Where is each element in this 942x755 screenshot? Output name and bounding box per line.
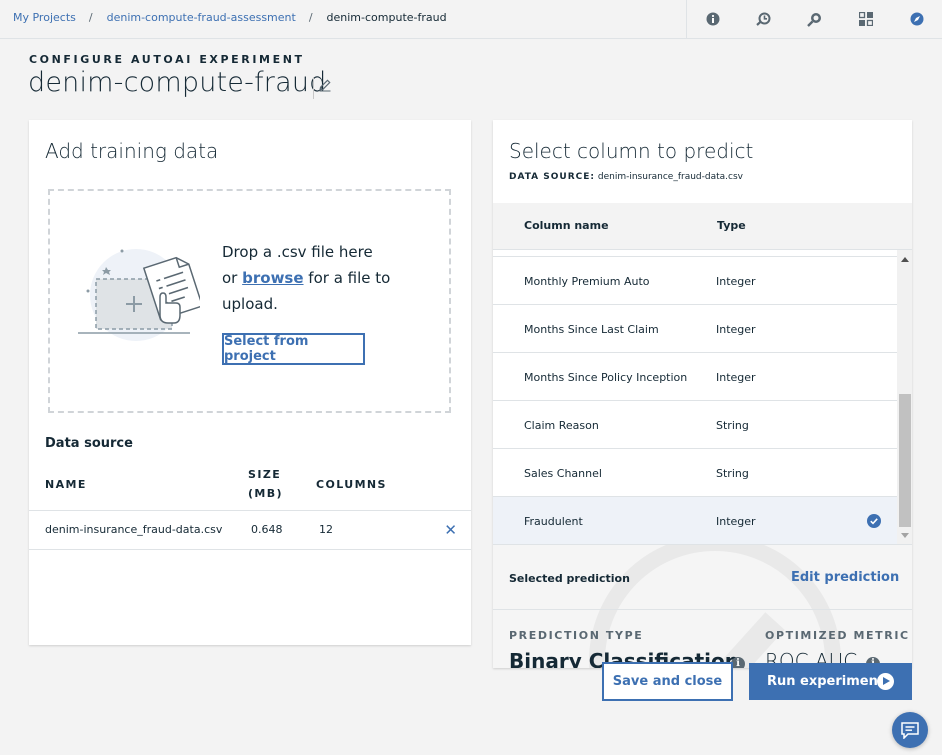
grid-icon bbox=[858, 12, 873, 26]
drop-line-1: Drop a .csv file here bbox=[222, 243, 373, 261]
data-source-label-value: denim-insurance_fraud-data.csv bbox=[597, 172, 743, 182]
info-button[interactable] bbox=[687, 0, 738, 38]
list-item[interactable]: Months Since Policy Inception Integer bbox=[493, 352, 897, 400]
training-data-card: Add training data Drop a .csv file here … bbox=[29, 120, 471, 645]
breadcrumb-current: denim-compute-fraud bbox=[326, 11, 447, 24]
chat-icon bbox=[901, 721, 919, 739]
col-header-name: NAME bbox=[45, 478, 87, 491]
column-type: Integer bbox=[716, 323, 756, 336]
scroll-down-arrow-icon[interactable] bbox=[901, 533, 909, 538]
column-list-scrollbar[interactable] bbox=[897, 250, 912, 544]
drop-line-2: or browse for a file to upload. bbox=[222, 265, 412, 317]
column-name: Sales Channel bbox=[524, 467, 602, 480]
training-data-title: Add training data bbox=[45, 139, 219, 163]
compass-button[interactable] bbox=[891, 0, 942, 38]
data-source-label: DATA SOURCE: denim-insurance_fraud-data.… bbox=[509, 172, 743, 182]
drop-instructions: Drop a .csv file here or browse for a fi… bbox=[222, 239, 412, 317]
selected-prediction-panel: Selected prediction Edit prediction PRED… bbox=[493, 544, 912, 668]
edit-prediction-link[interactable]: Edit prediction bbox=[791, 570, 899, 585]
page-eyebrow: CONFIGURE AUTOAI EXPERIMENT bbox=[29, 53, 305, 66]
data-source-label-key: DATA SOURCE: bbox=[509, 172, 595, 182]
play-icon bbox=[877, 673, 894, 690]
scrollbar-thumb[interactable] bbox=[899, 394, 911, 527]
column-name: Claim Reason bbox=[524, 419, 599, 432]
select-from-project-button[interactable]: Select from project bbox=[222, 333, 365, 365]
info-icon bbox=[706, 12, 719, 26]
browse-link[interactable]: browse bbox=[242, 269, 303, 287]
remove-data-source-close-icon[interactable]: ✕ bbox=[444, 521, 457, 539]
column-name-header: Column name bbox=[524, 219, 609, 232]
column-type: String bbox=[716, 467, 749, 480]
upload-illustration-icon bbox=[78, 249, 200, 341]
breadcrumb-separator: / bbox=[88, 11, 93, 24]
history-button[interactable] bbox=[738, 0, 789, 38]
pencil-icon bbox=[319, 79, 331, 92]
search-icon bbox=[807, 12, 821, 27]
list-item[interactable]: Monthly Premium Auto Integer bbox=[493, 256, 897, 304]
column-type: Integer bbox=[716, 275, 756, 288]
column-table-header: Column name Type bbox=[493, 203, 912, 250]
scroll-up-arrow-icon[interactable] bbox=[901, 257, 909, 262]
breadcrumb-separator: / bbox=[308, 11, 313, 24]
column-name: Fraudulent bbox=[524, 515, 583, 528]
select-column-title: Select column to predict bbox=[509, 139, 754, 163]
list-item[interactable]: Claim Reason String bbox=[493, 400, 897, 448]
col-header-columns: COLUMNS bbox=[316, 478, 387, 491]
csv-dropzone[interactable]: Drop a .csv file here or browse for a fi… bbox=[48, 189, 451, 413]
select-column-card: Select column to predict DATA SOURCE: de… bbox=[493, 120, 912, 668]
top-bar: My Projects / denim-compute-fraud-assess… bbox=[0, 0, 942, 39]
column-name: Monthly Premium Auto bbox=[524, 275, 650, 288]
breadcrumb: My Projects / denim-compute-fraud-assess… bbox=[13, 11, 447, 24]
save-and-close-button[interactable]: Save and close bbox=[602, 662, 733, 701]
selected-prediction-label: Selected prediction bbox=[509, 572, 630, 585]
run-experiment-label: Run experiment bbox=[767, 674, 885, 689]
data-source-heading: Data source bbox=[45, 436, 133, 451]
column-name: Months Since Policy Inception bbox=[524, 371, 688, 384]
col-header-size: SIZE (MB) bbox=[248, 468, 283, 500]
toolbar bbox=[686, 0, 942, 38]
breadcrumb-project[interactable]: denim-compute-fraud-assessment bbox=[107, 11, 296, 24]
prediction-type-label: PREDICTION TYPE bbox=[509, 629, 644, 642]
prediction-type-info-icon[interactable]: i bbox=[731, 657, 745, 668]
compass-icon bbox=[910, 12, 923, 26]
checkmark-icon bbox=[867, 514, 881, 528]
data-source-name: denim-insurance_fraud-data.csv bbox=[45, 523, 223, 536]
run-experiment-button[interactable]: Run experiment bbox=[749, 663, 912, 700]
divider bbox=[493, 609, 912, 610]
list-item[interactable]: Months Since Last Claim Integer bbox=[493, 304, 897, 352]
list-item[interactable]: Sales Channel String bbox=[493, 448, 897, 496]
drop-line-2-prefix: or bbox=[222, 269, 243, 287]
data-source-columns: 12 bbox=[319, 523, 333, 536]
data-source-row: denim-insurance_fraud-data.csv 0.648 12 … bbox=[29, 510, 471, 550]
column-type: String bbox=[716, 419, 749, 432]
breadcrumb-my-projects[interactable]: My Projects bbox=[13, 11, 76, 24]
optimized-metric-label: OPTIMIZED METRIC bbox=[765, 629, 910, 642]
edit-title-button[interactable] bbox=[313, 77, 335, 99]
column-type: Integer bbox=[716, 515, 756, 528]
grid-button[interactable] bbox=[840, 0, 891, 38]
column-list: Monthly Premium Auto Integer Months Sinc… bbox=[493, 250, 897, 544]
history-icon bbox=[756, 12, 771, 26]
column-name: Months Since Last Claim bbox=[524, 323, 659, 336]
list-item-selected[interactable]: Fraudulent Integer bbox=[493, 496, 897, 544]
search-button[interactable] bbox=[789, 0, 840, 38]
data-source-size: 0.648 bbox=[251, 523, 283, 536]
column-type: Integer bbox=[716, 371, 756, 384]
column-type-header: Type bbox=[717, 219, 746, 232]
chat-button[interactable] bbox=[892, 712, 928, 748]
page-title: denim-compute-fraud bbox=[28, 67, 327, 98]
